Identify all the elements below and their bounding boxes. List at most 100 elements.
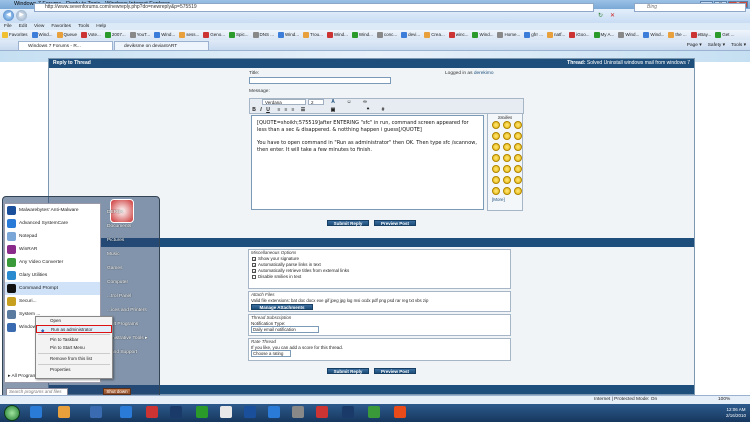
favorite-link[interactable]: devi... — [401, 30, 420, 40]
option-disable-smilies[interactable]: Disable smilies in text — [249, 274, 510, 280]
text-color-icon[interactable]: A — [330, 99, 336, 105]
favorite-link[interactable]: conc... — [376, 30, 397, 40]
menu-favorites[interactable]: Favorites — [51, 23, 71, 30]
start-place-item[interactable]: DEREK — [101, 206, 159, 220]
taskbar-app-icon[interactable] — [292, 406, 304, 418]
image-icon[interactable]: ▣ — [330, 107, 336, 113]
favorite-link[interactable]: DNS ... — [252, 30, 274, 40]
favorite-link[interactable]: Geno... — [203, 30, 225, 40]
start-place-item[interactable]: Computer — [101, 276, 159, 290]
tools-menu[interactable]: Tools ▾ — [731, 41, 746, 50]
search-input[interactable]: Bing — [634, 3, 746, 12]
favorite-link[interactable]: Vote... — [81, 30, 101, 40]
smiley-icon[interactable] — [514, 121, 522, 129]
shutdown-button[interactable]: Shut down — [103, 388, 131, 395]
smiley-icon[interactable] — [503, 132, 511, 140]
menu-file[interactable]: File — [4, 23, 12, 30]
smiley-icon[interactable]: ☺ — [346, 99, 352, 105]
smiley-icon[interactable] — [514, 154, 522, 162]
taskbar-app-icon[interactable] — [146, 406, 158, 418]
taskbar-app-icon[interactable] — [394, 406, 406, 418]
smiley-icon[interactable] — [492, 121, 500, 129]
favorite-link[interactable]: eBay... — [690, 30, 711, 40]
menu-edit[interactable]: Edit — [19, 23, 27, 30]
safety-menu[interactable]: Safety ▾ — [708, 41, 725, 50]
submit-reply-button[interactable]: Submit Reply — [327, 220, 369, 226]
favorite-link[interactable]: Home... — [497, 30, 520, 40]
title-input[interactable] — [249, 77, 391, 84]
start-place-item[interactable]: ...trol Panel — [101, 290, 159, 304]
checkbox-checked-icon[interactable]: ✓ — [252, 263, 256, 268]
start-place-item[interactable]: Music — [101, 248, 159, 262]
align-center-icon[interactable]: ≡ — [283, 107, 289, 113]
taskbar-app-icon[interactable] — [342, 406, 354, 418]
smiley-icon[interactable] — [492, 165, 500, 173]
taskbar-app-icon[interactable] — [220, 406, 232, 418]
tray-date[interactable]: 2/16/2010 — [726, 413, 746, 419]
link-icon[interactable]: ∞ — [362, 99, 368, 105]
smiley-icon[interactable] — [492, 154, 500, 162]
taskbar-app-icon[interactable] — [58, 406, 70, 418]
menu-tools[interactable]: Tools — [78, 23, 89, 30]
ctx-run-as-admin[interactable]: ◆ Run as administrator — [36, 325, 112, 333]
smiley-icon[interactable] — [514, 176, 522, 184]
smiley-icon[interactable] — [503, 121, 511, 129]
font-select[interactable]: Verdana — [262, 99, 306, 105]
favorite-link[interactable]: My A... — [593, 30, 614, 40]
message-editor[interactable]: [QUOTE=shoikh;575519]after ENTERING "sfc… — [251, 115, 484, 210]
smiley-icon[interactable] — [492, 132, 500, 140]
underline-icon[interactable]: U — [265, 107, 271, 113]
smiley-icon[interactable] — [514, 143, 522, 151]
refresh-icon[interactable]: ↻ — [598, 12, 603, 19]
menu-view[interactable]: View — [34, 23, 44, 30]
stop-icon[interactable]: ✕ — [610, 12, 615, 19]
smiley-icon[interactable] — [503, 154, 511, 162]
taskbar-app-icon[interactable] — [368, 406, 380, 418]
tab-sevenforums[interactable]: Windows 7 Forums - R... — [18, 41, 113, 50]
ctx-properties[interactable]: Properties — [36, 366, 112, 374]
bold-icon[interactable]: B — [251, 107, 257, 113]
start-program-item[interactable]: Malwarebytes' Anti-Malware — [5, 204, 100, 217]
favorite-link[interactable]: winc... — [448, 30, 468, 40]
tab-deviantart[interactable]: deviksme on deviantART — [114, 41, 209, 50]
smiley-icon[interactable] — [492, 187, 500, 195]
taskbar-app-icon[interactable] — [30, 406, 42, 418]
ctx-remove[interactable]: Remove from this list — [36, 355, 112, 363]
taskbar-app-icon[interactable] — [268, 406, 280, 418]
start-place-item[interactable]: Documents — [101, 220, 159, 234]
align-right-icon[interactable]: ≡ — [290, 107, 296, 113]
start-program-item[interactable]: Glary Utilities — [5, 269, 100, 282]
quote-icon[interactable]: ❝ — [365, 107, 371, 113]
favorite-link[interactable]: Wind... — [326, 30, 348, 40]
smiley-icon[interactable] — [514, 165, 522, 173]
page-menu[interactable]: Page ▾ — [687, 41, 702, 50]
smilies-more-link[interactable]: [More] — [488, 197, 522, 202]
taskbar-app-icon[interactable] — [316, 406, 328, 418]
start-program-item[interactable]: Notepad — [5, 230, 100, 243]
smiley-icon[interactable] — [503, 143, 511, 151]
taskbar-app-icon[interactable] — [244, 406, 256, 418]
favorite-link[interactable]: Wind... — [351, 30, 373, 40]
forward-button[interactable]: ▶ — [16, 10, 27, 21]
start-button[interactable] — [4, 405, 20, 421]
favorites-button[interactable]: Favorites — [2, 30, 28, 40]
favorite-link[interactable]: Trou... — [303, 30, 323, 40]
start-program-item[interactable]: WinRAR — [5, 243, 100, 256]
size-select[interactable]: 2 — [308, 99, 324, 105]
favorite-link[interactable]: Wind... — [472, 30, 493, 40]
start-program-item[interactable]: Securi... — [5, 295, 100, 308]
submit-reply-button-bottom[interactable]: Submit Reply — [327, 368, 369, 374]
smiley-icon[interactable] — [503, 176, 511, 184]
favorite-link[interactable]: 2007... — [104, 30, 126, 40]
favorite-link[interactable]: natf... — [547, 30, 565, 40]
preview-post-button[interactable]: Preview Post — [374, 220, 416, 226]
smiley-icon[interactable] — [514, 187, 522, 195]
menu-help[interactable]: Help — [96, 23, 106, 30]
favorite-link[interactable]: Queue — [56, 30, 77, 40]
code-icon[interactable]: # — [380, 107, 386, 113]
favorite-link[interactable]: iGoo... — [569, 30, 590, 40]
smiley-icon[interactable] — [492, 176, 500, 184]
taskbar-app-icon[interactable] — [196, 406, 208, 418]
checkbox-checked-icon[interactable]: ✓ — [252, 257, 256, 262]
manage-attachments-button[interactable]: Manage Attachments — [251, 304, 313, 310]
